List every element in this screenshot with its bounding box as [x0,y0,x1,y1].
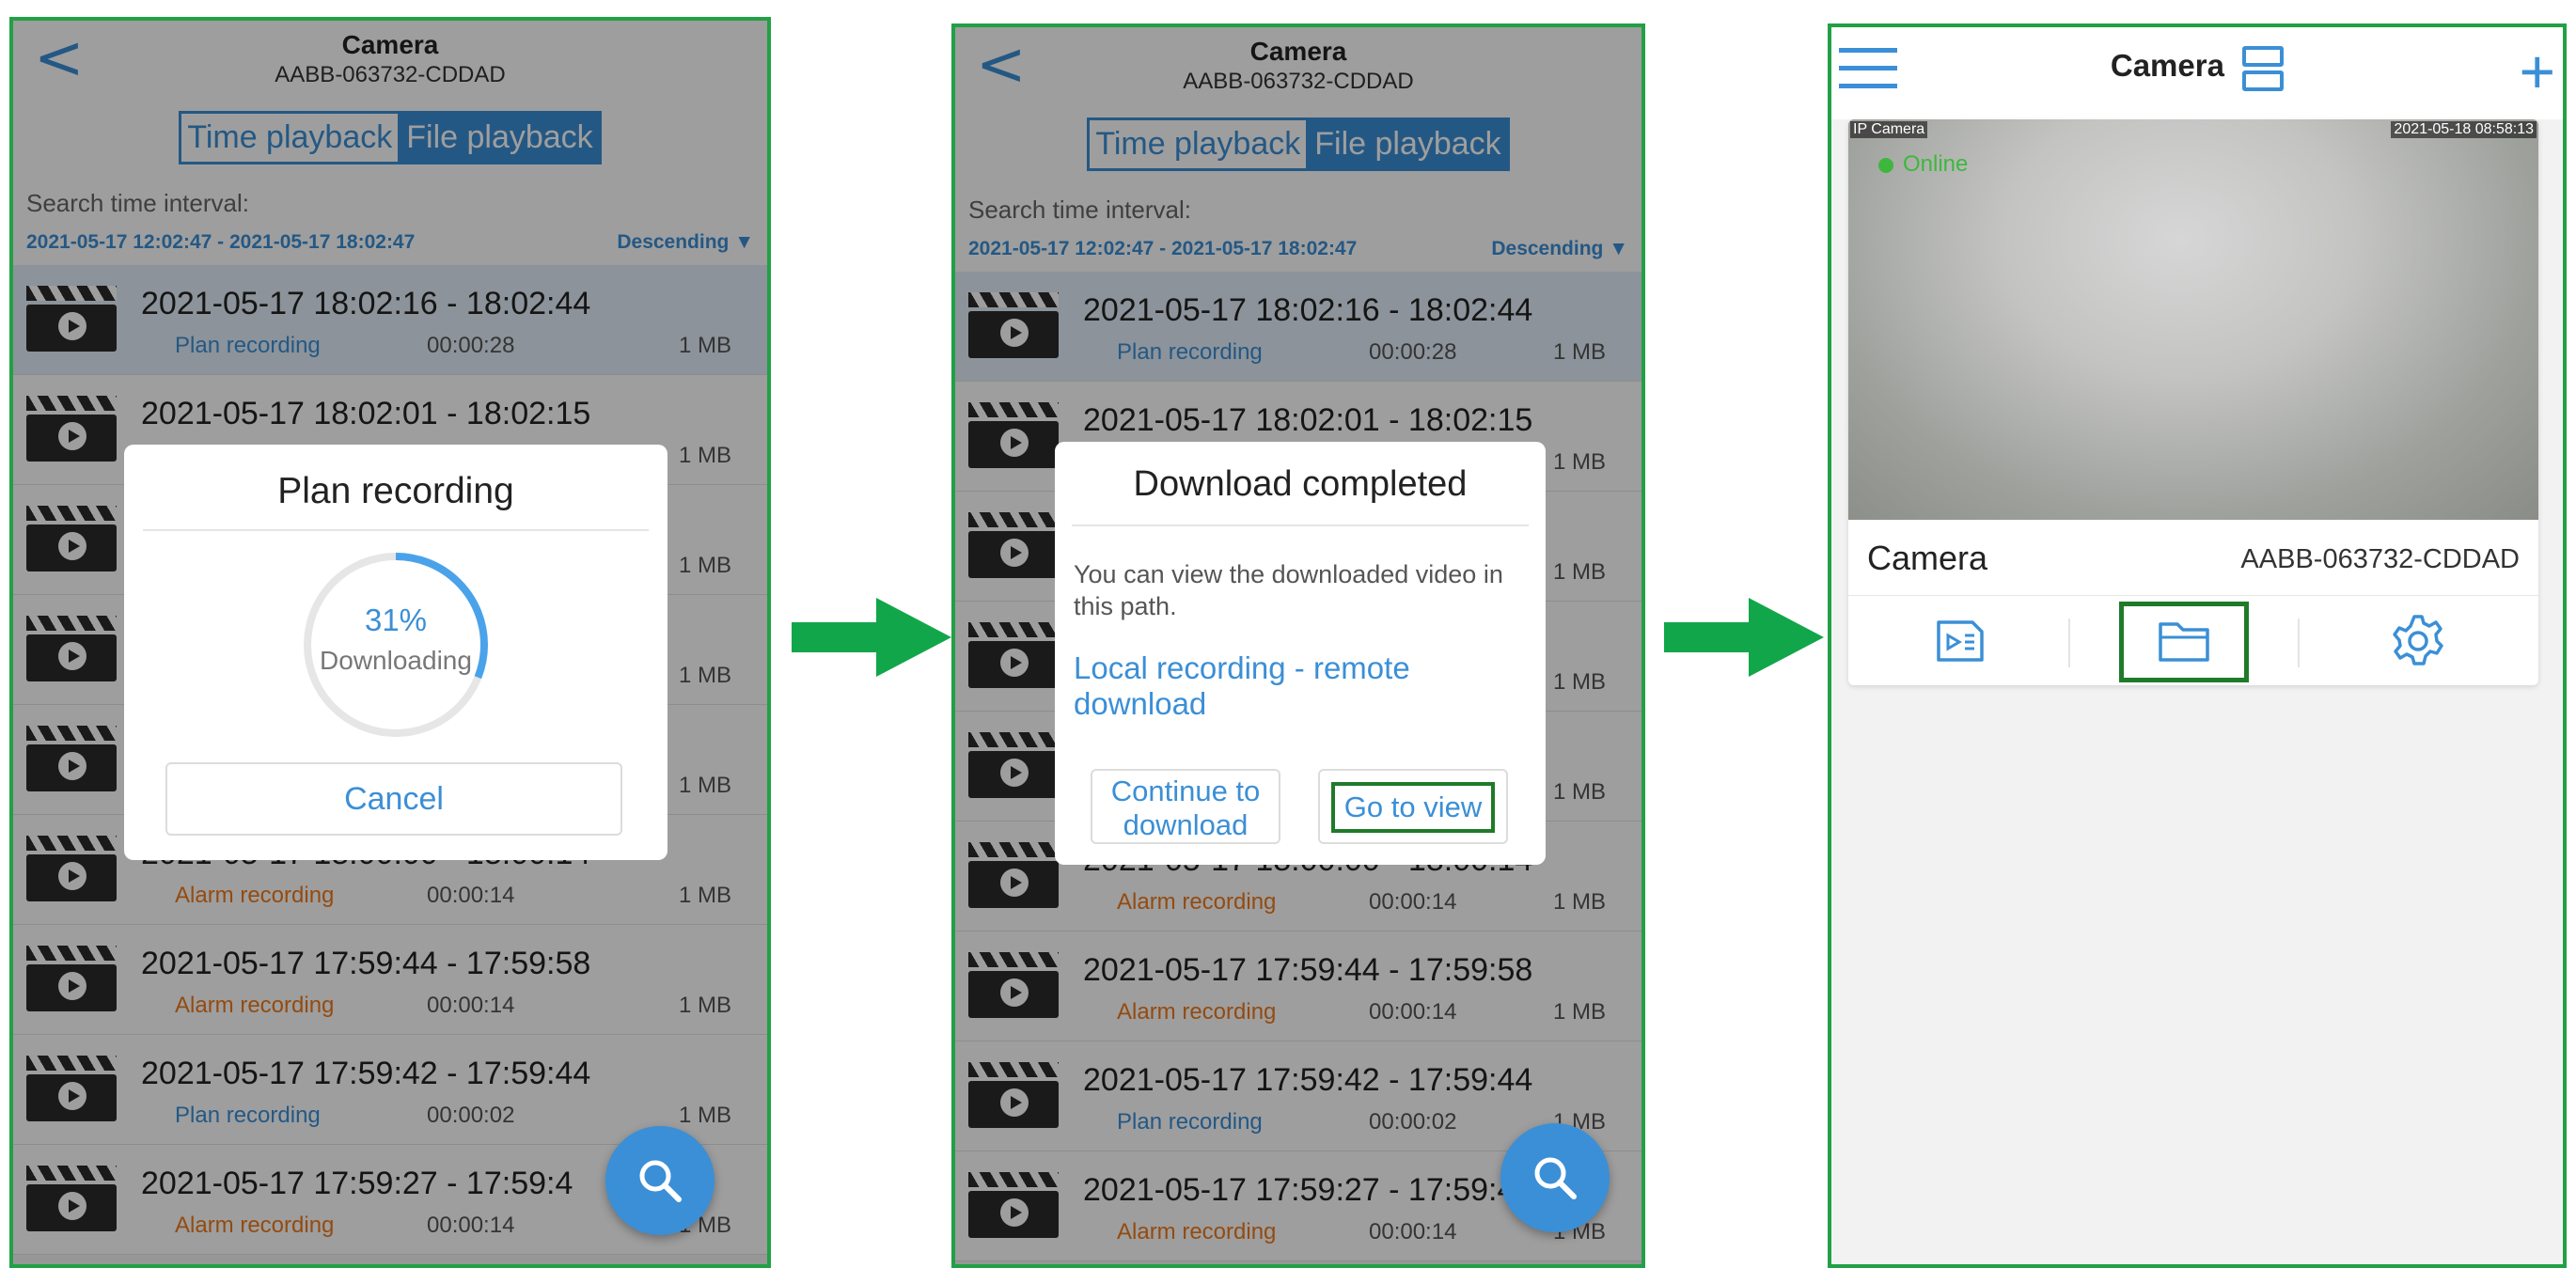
arrow-right-icon [792,598,951,677]
go-to-view-button[interactable]: Go to view [1318,769,1508,844]
arrow-right-icon [1664,598,1824,677]
download-completed-dialog: Download completed You can view the down… [1055,442,1546,865]
camera-name: Camera [1867,539,1988,577]
progress-percent: 31% [364,603,428,637]
device-list-screen: Camera + IP Camera 2021-05-18 08:58:13 O… [1828,23,2567,1268]
camera-actions [1848,596,2538,685]
search-button[interactable] [605,1126,715,1235]
layout-toggle-icon[interactable] [2242,46,2285,92]
dialog-title: Plan recording [143,445,649,531]
playback-screen-download-completed: < Camera AABB-063732-CDDAD Time playback… [951,23,1645,1268]
search-button[interactable] [1500,1123,1610,1232]
osd-timestamp: 2021-05-18 08:58:13 [2391,121,2537,138]
playback-page: < Camera AABB-063732-CDDAD Time playback… [955,27,1641,1264]
dialog-title: Download completed [1072,442,1529,526]
camera-device-id: AABB-063732-CDDAD [2240,544,2520,574]
camera-info: Camera AABB-063732-CDDAD [1848,520,2538,596]
header: Camera + [1831,27,2563,119]
status-dot-icon [1878,157,1893,173]
add-icon[interactable]: + [2519,40,2555,102]
search-icon [639,1160,682,1202]
page-title-group: Camera [1831,46,2563,92]
progress-status: Downloading [320,646,472,675]
settings-icon[interactable] [2388,611,2448,671]
folder-highlight [2119,602,2249,682]
download-progress-dialog: Plan recording 31% Downloading Cancel [124,445,668,860]
progress-ring: 31% Downloading [299,548,493,742]
cancel-button[interactable]: Cancel [165,762,622,836]
continue-download-button[interactable]: Continue to download [1091,769,1280,844]
search-icon [1534,1157,1577,1199]
download-path-link[interactable]: Local recording - remote download [1074,650,1525,722]
playback-screen-downloading: < Camera AABB-063732-CDDAD Time playback… [9,17,771,1268]
dialog-message: You can view the downloaded video in thi… [1074,560,1503,620]
playback-icon[interactable] [1929,611,1989,671]
playback-page: < Camera AABB-063732-CDDAD Time playback… [13,21,767,1264]
osd-camera-label: IP Camera [1850,121,1928,138]
status-text: Online [1903,151,1969,177]
online-status: Online [1878,151,1968,178]
page-title: Camera [2110,48,2224,83]
go-to-view-label: Go to view [1331,782,1495,833]
camera-preview[interactable]: IP Camera 2021-05-18 08:58:13 Online [1848,119,2538,520]
camera-card: IP Camera 2021-05-18 08:58:13 Online Cam… [1848,119,2538,685]
